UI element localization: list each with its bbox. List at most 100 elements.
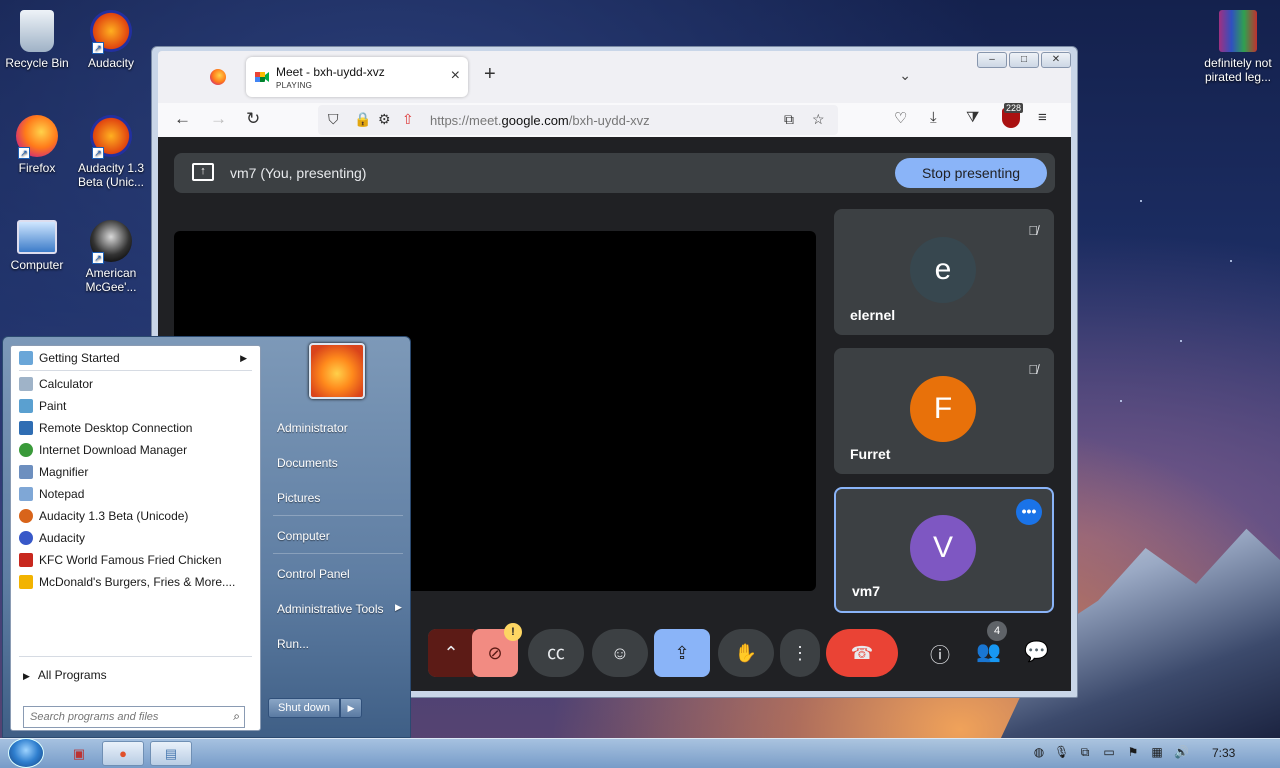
action-center-flag-icon[interactable]: ⚑ [1126,745,1140,759]
desktop-icon-firefox[interactable]: ↗ Firefox [0,115,74,175]
program-label: Calculator [39,377,94,391]
program-kfc[interactable]: KFC World Famous Fried Chicken [15,550,257,570]
shield-icon[interactable]: ⛉ [328,111,339,128]
picture-in-picture-icon[interactable]: ⧉ [784,111,794,128]
camera-options-button[interactable]: ⌃ [428,629,474,677]
tab-meet[interactable]: Meet - bxh-uydd-xvz PLAYING × [246,57,468,97]
url-text[interactable]: https://meet.google.com/bxh-uydd-xvz [430,113,650,128]
extensions-icon[interactable]: ⧩ [966,109,979,126]
taskbar-firefox[interactable]: ● [102,741,144,766]
more-options-button[interactable]: ⋮ [780,629,820,677]
volume-icon[interactable]: 🔊 [1174,745,1189,759]
reload-icon[interactable]: ↻ [246,109,260,129]
people-icon[interactable]: 👥 [976,639,1001,664]
start-item-run[interactable]: Run... [277,637,309,651]
download-icon[interactable]: ⤓ [930,109,937,126]
taskbar-notepad[interactable]: ▤ [150,741,192,766]
search-icon[interactable]: ⌕ [233,709,240,724]
start-item-administrator[interactable]: Administrator [277,421,348,435]
bookmark-star-icon[interactable]: ☆ [812,111,825,128]
network-globe-icon[interactable]: ◍ [1032,745,1046,759]
program-label: Magnifier [39,465,89,479]
minimize-button[interactable]: – [977,52,1007,68]
lock-icon[interactable]: 🔒 [354,111,371,128]
close-button[interactable]: ✕ [1041,52,1071,68]
more-vert-icon: ⋮ [791,643,809,663]
screen-share-indicator-icon[interactable]: ⇧ [402,111,414,128]
forward-icon[interactable]: → [210,109,227,129]
start-item-computer[interactable]: Computer [277,529,330,543]
start-item-pictures[interactable]: Pictures [277,491,320,505]
start-search-input[interactable] [24,707,214,727]
raise-hand-button[interactable]: ✋ [718,629,774,677]
desktop-icon-recycle-bin[interactable]: Recycle Bin [0,10,74,70]
new-tab-icon[interactable]: + [484,63,496,86]
tray-document-icon[interactable]: ▭ [1102,745,1116,759]
participant-tile-vm7[interactable]: ••• V vm7 [834,487,1054,613]
meet-favicon-icon [254,69,270,85]
all-programs-button[interactable]: ▶ All Programs [23,668,107,682]
more-options-icon[interactable]: ••• [1016,499,1042,525]
desktop-icon-label: Audacity [87,56,135,70]
program-remote-desktop[interactable]: Remote Desktop Connection [15,418,257,438]
shutdown-button[interactable]: Shut down [268,698,340,718]
mic-off-icon: 🎙̸ [1028,223,1038,238]
program-audacity-beta[interactable]: Audacity 1.3 Beta (Unicode) [15,506,257,526]
reactions-button[interactable]: ☺ [592,629,648,677]
start-button[interactable] [8,738,44,768]
program-paint[interactable]: Paint [15,396,257,416]
chat-icon[interactable]: 💬 [1024,639,1049,664]
start-item-control-panel[interactable]: Control Panel [277,567,350,581]
desktop-icon-american-mcgee[interactable]: ↗ American McGee'... [74,220,148,294]
tab-list-chevron-icon[interactable]: ⌄ [899,67,911,84]
back-icon[interactable]: ← [174,109,191,129]
program-calculator[interactable]: Calculator [15,374,257,394]
program-idm[interactable]: Internet Download Manager [15,440,257,460]
taskbar-app-gmail-tool[interactable]: ▣ [58,741,100,766]
wallpaper-star [1230,260,1232,262]
desktop-icon-label: Audacity 1.3 Beta (Unic... [77,161,145,189]
taskbar-clock[interactable]: 7:33 [1212,746,1235,760]
participant-tile-furret[interactable]: 🎙̸ F Furret [834,348,1054,474]
pocket-icon[interactable]: ♡ [894,109,907,127]
stop-presenting-button[interactable]: Stop presenting [895,158,1047,188]
user-picture[interactable] [309,343,365,399]
tab-close-icon[interactable]: × [451,67,460,85]
firefox-view-icon[interactable] [210,69,226,85]
maximize-button[interactable]: □ [1009,52,1039,68]
notepad-icon [19,487,33,501]
present-button[interactable]: ⇪ [654,629,710,677]
audacity-icon: ↗ [90,10,132,54]
network-icon[interactable]: ▦ [1150,745,1164,759]
desktop-icon-winrar[interactable]: definitely not pirated leg... [1198,10,1278,84]
program-audacity[interactable]: Audacity [15,528,257,548]
getting-started-icon [19,351,33,365]
all-programs-arrow-icon: ▶ [23,671,30,681]
start-item-admin-tools[interactable]: Administrative Tools [277,602,384,616]
permissions-icon[interactable]: ⚙ [378,111,391,128]
alice-game-icon: ↗ [90,220,132,264]
participant-tile-elernel[interactable]: 🎙̸ e elernel [834,209,1054,335]
kfc-icon [19,553,33,567]
hamburger-menu-icon[interactable]: ≡ [1038,109,1047,126]
program-getting-started[interactable]: Getting Started ▶ [15,348,257,368]
start-item-documents[interactable]: Documents [277,456,338,470]
shutdown-options-button[interactable]: ▶ [340,698,362,718]
app-icon: ▣ [72,746,86,761]
desktop-icon-audacity-beta[interactable]: ↗ Audacity 1.3 Beta (Unic... [74,115,148,189]
url-bar[interactable]: ⛉ 🔒 ⚙ ⇧ https://meet.google.com/bxh-uydd… [318,105,838,135]
program-mcdonalds[interactable]: McDonald's Burgers, Fries & More.... [15,572,257,592]
participant-name: vm7 [852,583,881,599]
meeting-info-icon[interactable]: ⓘ [930,639,950,668]
start-search-box[interactable]: ⌕ [23,706,245,728]
tray-app-icon[interactable]: ⧉ [1078,745,1092,759]
leave-call-button[interactable]: ☎ [826,629,898,677]
microphone-icon[interactable]: 🎙 [1054,745,1069,759]
captions-button[interactable]: ㏄ [528,629,584,677]
program-magnifier[interactable]: Magnifier [15,462,257,482]
idm-icon [19,443,33,457]
desktop-icon-audacity[interactable]: ↗ Audacity [74,10,148,70]
program-notepad[interactable]: Notepad [15,484,257,504]
hang-up-icon: ☎ [850,643,874,663]
desktop-icon-computer[interactable]: Computer [0,220,74,272]
